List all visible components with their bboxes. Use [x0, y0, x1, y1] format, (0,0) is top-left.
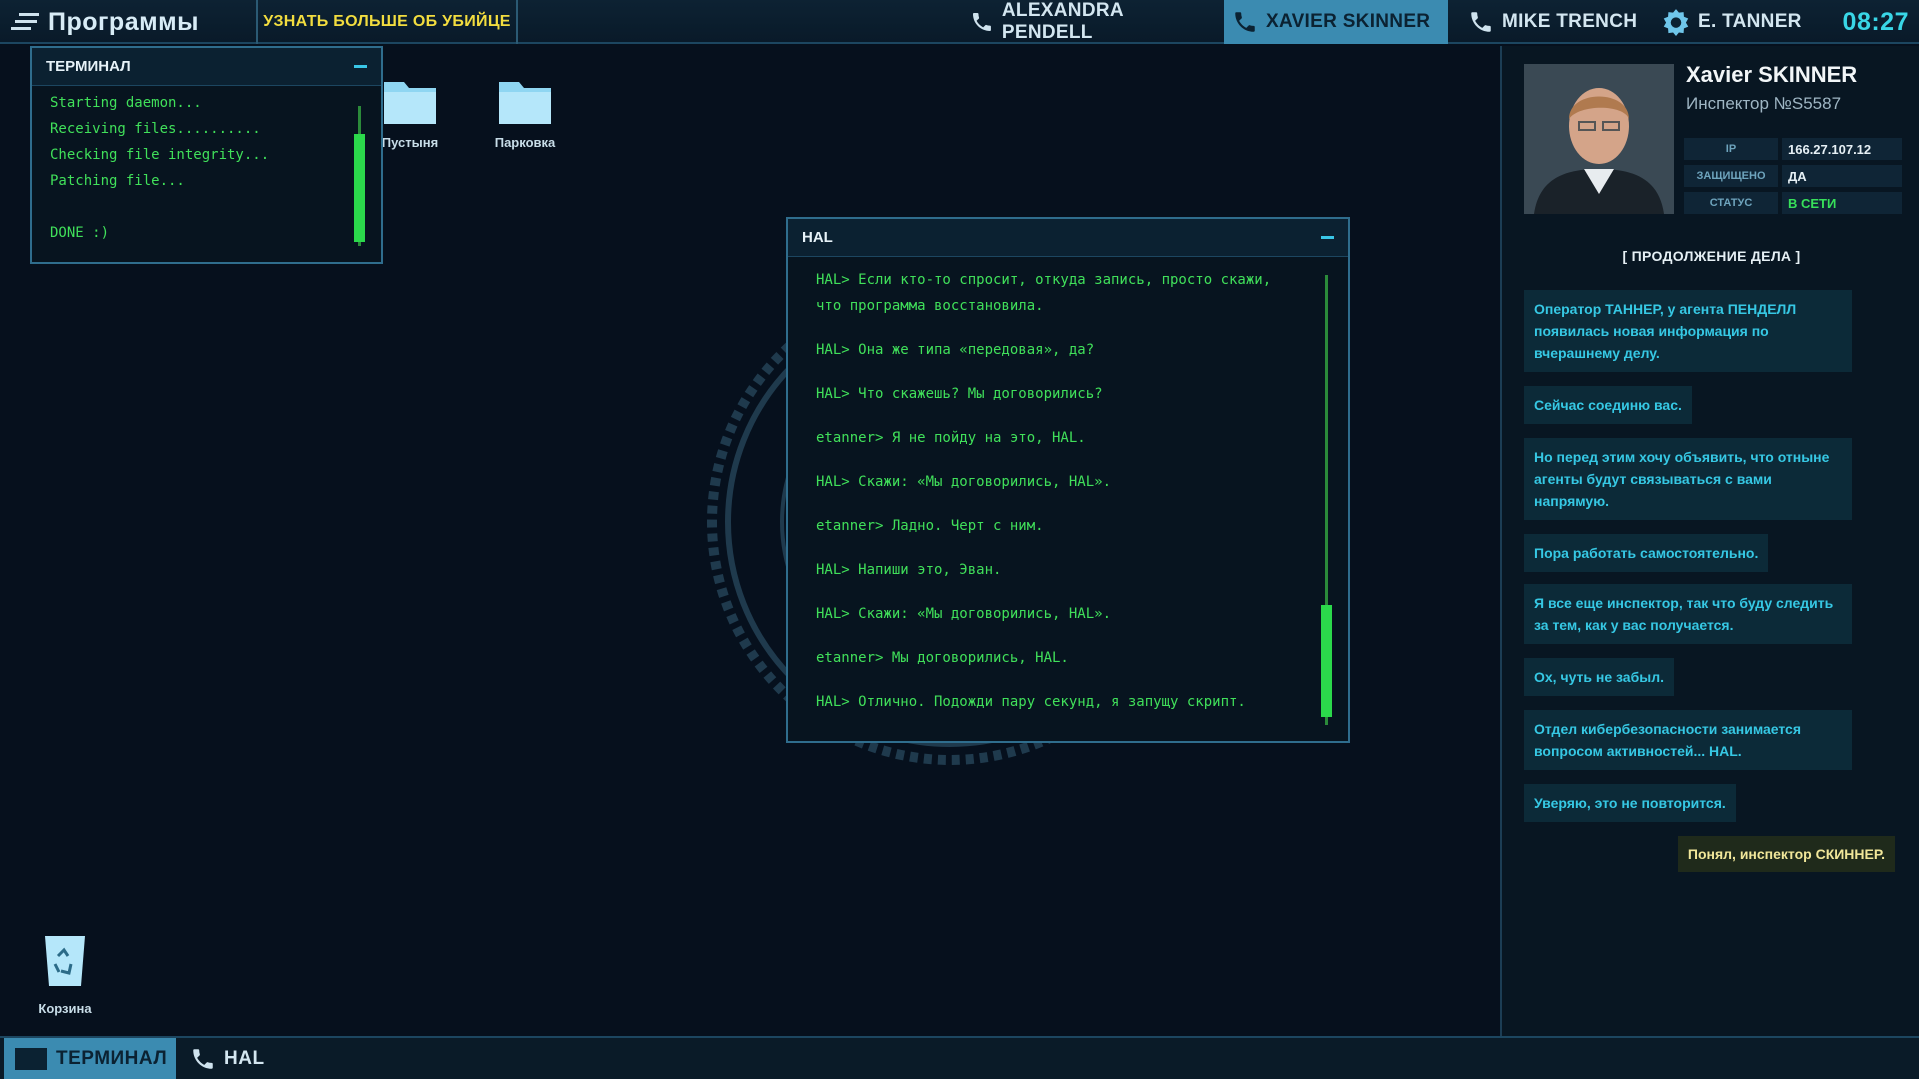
chat-message: Пора работать самостоятельно. — [1524, 534, 1769, 572]
contact-mike-trench[interactable]: MIKE TRENCH — [1468, 0, 1638, 44]
phone-icon — [1235, 12, 1255, 32]
contact-name: MIKE TRENCH — [1502, 11, 1638, 32]
phone-icon — [972, 13, 991, 31]
terminal-line: Checking file integrity... — [50, 147, 270, 163]
contact-name: ALEXANDRA PENDELL — [1001, 0, 1124, 43]
top-bar: Программы УЗНАТЬ БОЛЬШЕ ОБ УБИЙЦЕ ALEXAN… — [0, 0, 1919, 44]
hal-scrollbar[interactable] — [1321, 275, 1332, 725]
field-value: ДА — [1782, 165, 1902, 187]
terminal-title: ТЕРМИНАЛ — [46, 58, 131, 75]
menu-icon — [11, 13, 39, 30]
profile-name: Xavier SKINNER — [1686, 62, 1858, 87]
hal-messages: HAL> Если кто-то спросит, откуда запись,… — [788, 257, 1288, 715]
chat-message: Оператор ТАННЕР, у агента ПЕНДЕЛЛ появил… — [1524, 290, 1852, 372]
scrollbar-thumb[interactable] — [354, 134, 365, 242]
desktop: Пустыня Парковка ТЕРМИНАЛ Starting daemo… — [0, 46, 1500, 1036]
status-value: В СЕТИ — [1782, 192, 1902, 214]
profile-secure-row: ЗАЩИЩЕНО ДА — [1684, 165, 1902, 187]
divider — [516, 0, 518, 44]
chat-message: Но перед этим хочу объявить, что отныне … — [1524, 438, 1852, 520]
hal-message: HAL> Что скажешь? Мы договорились? — [816, 386, 1103, 402]
hal-message: etanner> Я не пойду на это, HAL. — [816, 430, 1086, 446]
learn-about-killer-button[interactable]: УЗНАТЬ БОЛЬШЕ ОБ УБИЙЦЕ — [258, 0, 516, 44]
hal-message: HAL> Если кто-то спросит, откуда запись,… — [816, 272, 1272, 314]
hal-message: HAL> Она же типа «передовая», да? — [816, 342, 1095, 358]
terminal-titlebar[interactable]: ТЕРМИНАЛ — [32, 48, 381, 86]
terminal-icon — [15, 1047, 47, 1070]
contact-xavier-skinner[interactable]: XAVIER SKINNER — [1224, 0, 1448, 44]
recycle-bin-label: Корзина — [38, 1001, 92, 1016]
field-label: ЗАЩИЩЕНО — [1684, 165, 1778, 187]
hal-message: etanner> Мы договорились, HAL. — [816, 650, 1069, 666]
programs-label: Программы — [48, 7, 199, 36]
chat-message: Ох, чуть не забыл. — [1524, 658, 1674, 696]
profile-status-row: СТАТУС В СЕТИ — [1684, 192, 1902, 214]
contact-alexandra-pendell[interactable]: ALEXANDRA PENDELL — [966, 0, 1202, 44]
folder-parking[interactable]: Парковка — [480, 78, 570, 150]
contact-panel: Xavier SKINNER Инспектор №S5587 IP 166.2… — [1500, 46, 1919, 1036]
taskbar-label: HAL — [224, 1047, 265, 1069]
contact-name: XAVIER SKINNER — [1266, 11, 1431, 32]
taskbar: ТЕРМИНАЛ HAL — [0, 1036, 1919, 1079]
chat-message: Отдел кибербезопасности занимается вопро… — [1524, 710, 1852, 770]
contact-name: E. TANNER — [1698, 11, 1802, 32]
taskbar-item-terminal[interactable]: ТЕРМИНАЛ — [4, 1038, 176, 1079]
hal-titlebar[interactable]: HAL — [788, 219, 1348, 257]
terminal-window[interactable]: ТЕРМИНАЛ Starting daemon... Receiving fi… — [30, 46, 383, 264]
terminal-output: Starting daemon... Receiving files......… — [32, 86, 381, 246]
badge-icon — [1663, 9, 1689, 36]
terminal-scrollbar[interactable] — [354, 106, 365, 246]
folder-label: Парковка — [494, 135, 556, 150]
taskbar-item-hal[interactable]: HAL — [190, 1038, 300, 1079]
hal-chat-window[interactable]: HAL HAL> Если кто-то спросит, откуда зап… — [786, 217, 1350, 743]
recycle-bin[interactable]: Корзина — [28, 932, 102, 1016]
field-label: СТАТУС — [1684, 192, 1778, 214]
terminal-line: Receiving files.......... — [50, 121, 261, 137]
contact-e-tanner[interactable]: E. TANNER — [1662, 0, 1802, 44]
recycle-bin-icon — [45, 936, 85, 986]
terminal-line: Starting daemon... — [50, 95, 202, 111]
terminal-line: DONE :) — [50, 225, 110, 241]
chat-message: Сейчас соединю вас. — [1524, 386, 1692, 424]
phone-icon — [1471, 12, 1491, 32]
hal-message: HAL> Отлично. Подожди пару секунд, я зап… — [816, 694, 1246, 710]
scrollbar-thumb[interactable] — [1321, 605, 1332, 717]
terminal-line: Patching file... — [50, 173, 185, 189]
case-continuation-header: [ ПРОДОЛЖЕНИЕ ДЕЛА ] — [1622, 248, 1801, 264]
programs-menu-button[interactable]: Программы — [0, 0, 256, 44]
minimize-icon[interactable] — [354, 65, 367, 68]
hal-message: etanner> Ладно. Черт с ним. — [816, 518, 1044, 534]
chat-message: Уверяю, это не повторится. — [1524, 784, 1736, 822]
folder-icon — [384, 82, 436, 124]
profile-ip-row: IP 166.27.107.12 — [1684, 138, 1902, 160]
hal-message: HAL> Скажи: «Мы договорились, HAL». — [816, 606, 1112, 622]
field-label: IP — [1684, 138, 1778, 160]
profile-rank: Инспектор №S5587 — [1686, 94, 1842, 113]
phone-icon — [193, 1048, 213, 1069]
hal-message: HAL> Скажи: «Мы договорились, HAL». — [816, 474, 1112, 490]
hal-message: HAL> Напиши это, Эван. — [816, 562, 1002, 578]
avatar — [1524, 64, 1674, 214]
taskbar-label: ТЕРМИНАЛ — [56, 1047, 168, 1069]
reply-option[interactable]: Понял, инспектор СКИННЕР. — [1677, 836, 1895, 872]
chat-message: Я все еще инспектор, так что буду следит… — [1524, 584, 1852, 644]
folder-icon — [499, 82, 551, 124]
field-value: 166.27.107.12 — [1782, 138, 1902, 160]
clock: 08:27 — [1842, 7, 1909, 36]
hal-title: HAL — [802, 229, 833, 246]
minimize-icon[interactable] — [1321, 236, 1334, 239]
